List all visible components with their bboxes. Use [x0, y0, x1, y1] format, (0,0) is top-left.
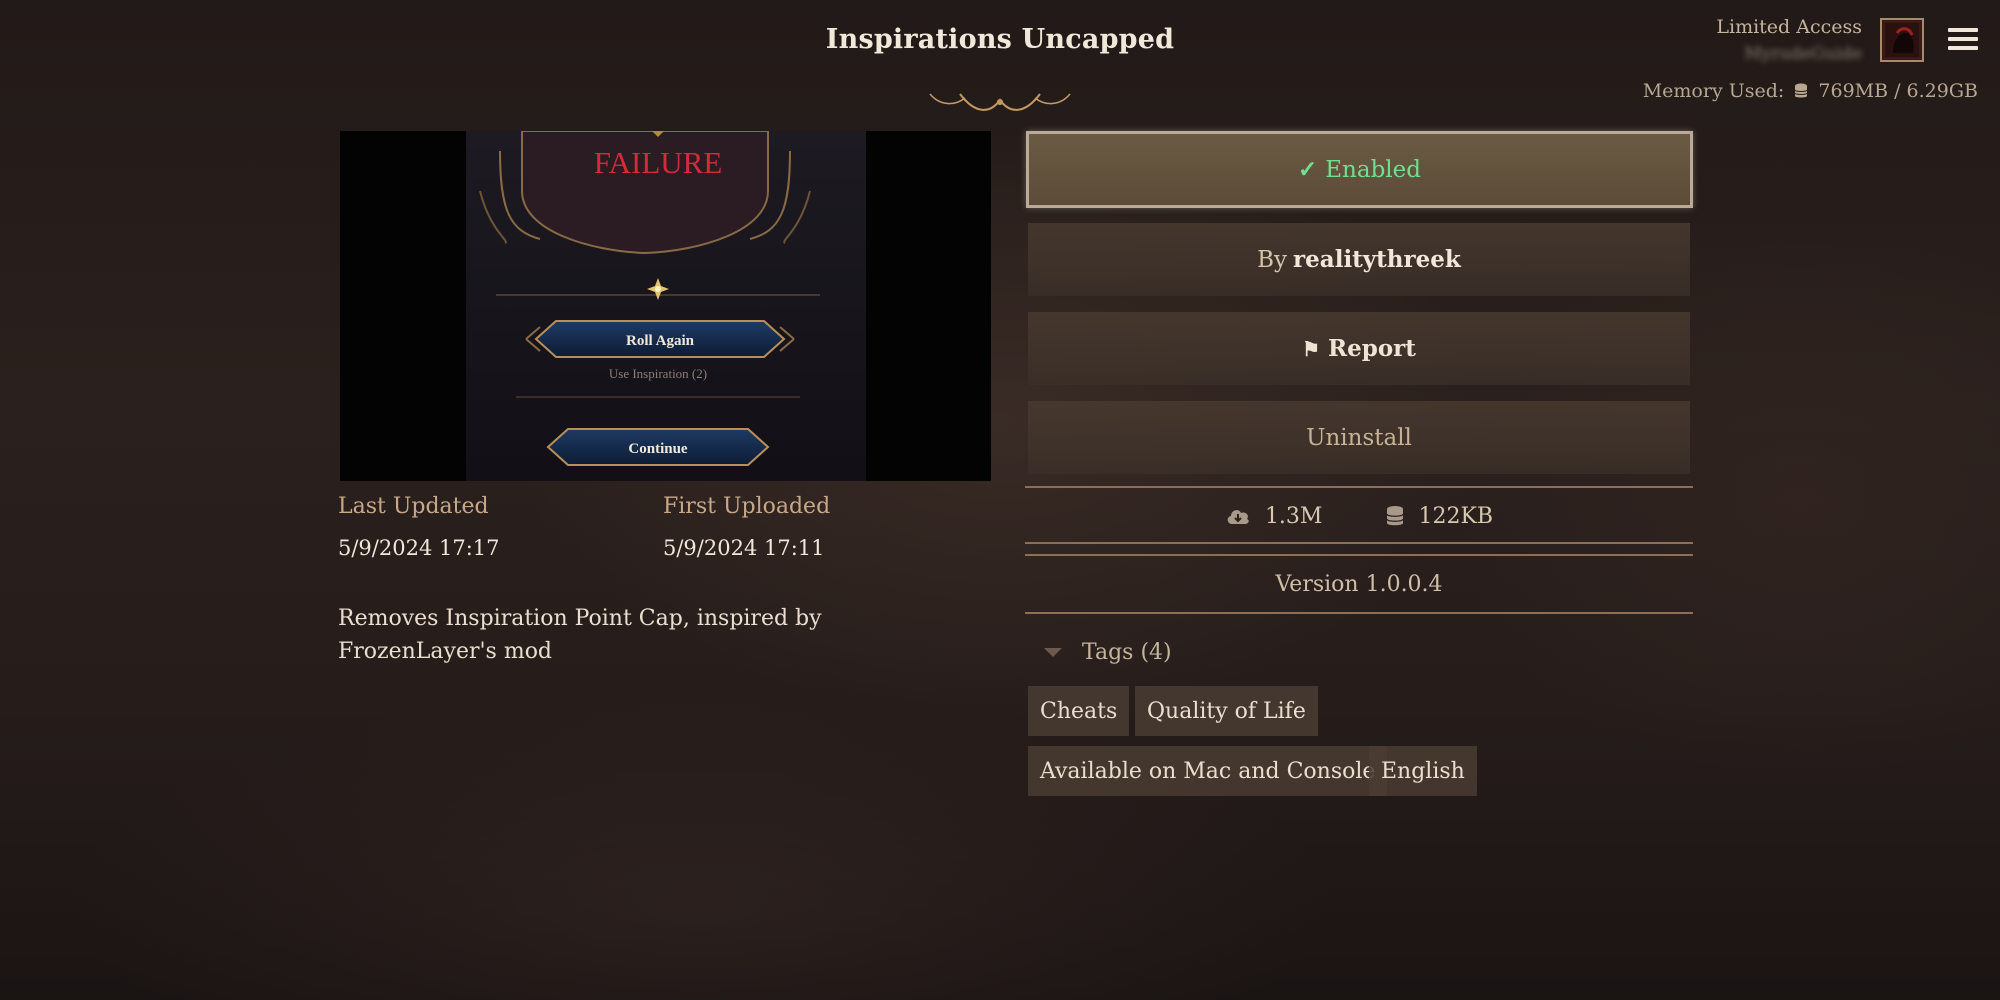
by-label: By: [1257, 246, 1288, 273]
first-uploaded-label: First Uploaded: [663, 494, 831, 519]
author-button[interactable]: By realitythreek: [1028, 223, 1690, 296]
database-icon: [1794, 83, 1808, 98]
report-button[interactable]: ⚑ Report: [1028, 312, 1690, 385]
avatar[interactable]: [1880, 18, 1924, 62]
checkmark-icon: ✓: [1297, 156, 1318, 183]
file-size: 122KB: [1418, 503, 1494, 529]
continue-label: Continue: [628, 441, 688, 457]
tag-chip[interactable]: Quality of Life: [1135, 686, 1318, 736]
last-updated-label: Last Updated: [338, 494, 489, 519]
tags-toggle[interactable]: Tags (4): [1044, 640, 1172, 665]
flag-icon: ⚑: [1302, 336, 1320, 361]
author-name: realitythreek: [1293, 246, 1461, 273]
tag-chip[interactable]: English: [1369, 746, 1477, 796]
divider: [1025, 554, 1693, 556]
divider: [1025, 486, 1693, 488]
tag-chip[interactable]: Available on Mac and Console: [1028, 746, 1388, 796]
mod-stats: 1.3M 122KB: [1028, 498, 1690, 534]
uninstall-label: Uninstall: [1306, 424, 1412, 451]
downloads-stat: 1.3M: [1225, 503, 1323, 529]
memory-usage: Memory Used: 769MB / 6.29GB: [1643, 80, 1978, 102]
caret-down-icon: [1044, 648, 1062, 657]
divider: [1025, 542, 1693, 544]
username: MyrudeGuide: [1744, 44, 1862, 64]
enabled-toggle-button[interactable]: ✓ Enabled: [1026, 131, 1693, 208]
last-updated-value: 5/9/2024 17:17: [338, 536, 500, 560]
uninstall-button[interactable]: Uninstall: [1028, 401, 1690, 474]
header-ornament: [330, 91, 1670, 111]
mod-preview-image: FAILURE Roll Again Use Inspiration (2) C…: [340, 131, 991, 481]
account-info: Limited Access MyrudeGuide: [1716, 16, 1862, 64]
database-icon: [1386, 506, 1405, 526]
report-label: Report: [1328, 335, 1416, 362]
avatar-portrait-icon: [1885, 23, 1919, 57]
use-inspiration-text: Use Inspiration (2): [609, 366, 707, 381]
memory-label: Memory Used:: [1642, 80, 1785, 102]
roll-again-label: Roll Again: [626, 333, 695, 349]
divider: [1025, 612, 1693, 614]
hamburger-menu-icon[interactable]: [1948, 28, 1978, 54]
failure-text: FAILURE: [594, 145, 723, 180]
enabled-label: Enabled: [1325, 156, 1421, 183]
downloads-count: 1.3M: [1264, 503, 1323, 529]
version-text: Version 1.0.0.4: [1275, 572, 1443, 597]
first-uploaded-value: 5/9/2024 17:11: [663, 536, 825, 560]
tags-header-label: Tags (4): [1082, 640, 1172, 665]
cloud-download-icon: [1227, 510, 1249, 524]
size-stat: 122KB: [1386, 504, 1493, 529]
mod-description: Removes Inspiration Point Cap, inspired …: [338, 606, 822, 664]
memory-value: 769MB / 6.29GB: [1818, 80, 1978, 102]
tag-chip[interactable]: Cheats: [1028, 686, 1130, 736]
page-title: Inspirations Uncapped: [825, 24, 1175, 55]
account-status: Limited Access: [1716, 16, 1862, 38]
